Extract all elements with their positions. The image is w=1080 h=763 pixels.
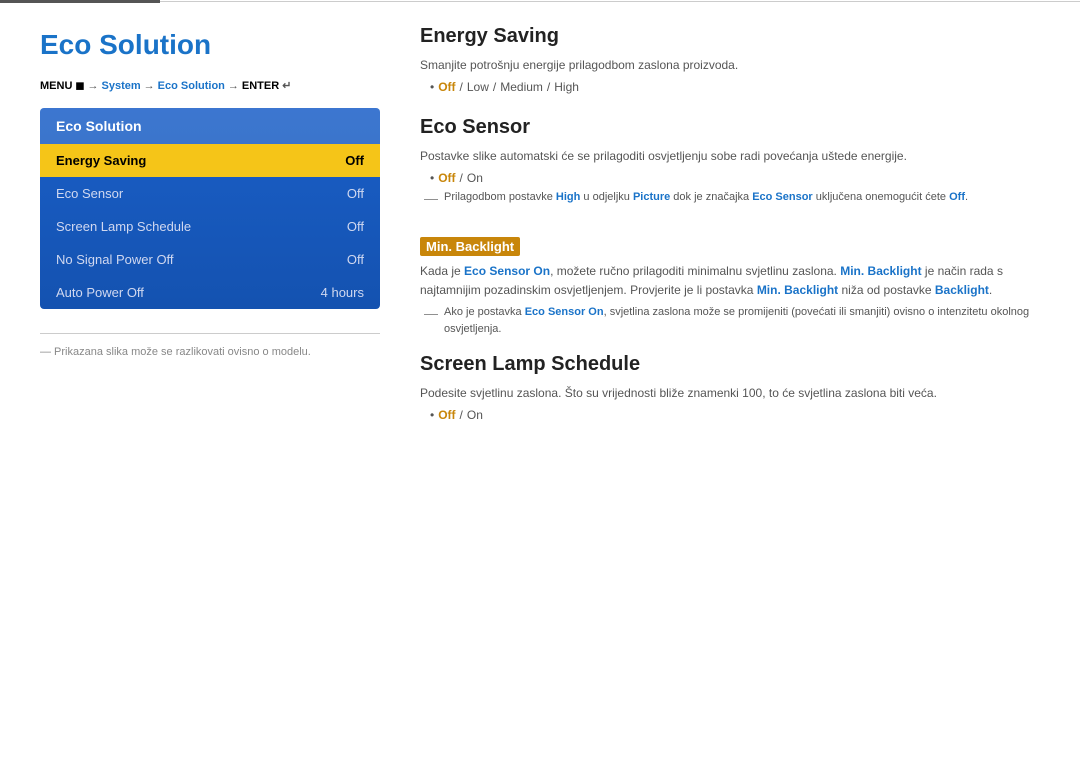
note-eco-on: Eco Sensor On (525, 306, 604, 318)
menu-path: MENU ◼ → System → Eco Solution → ENTER ↵ (40, 79, 380, 92)
min-backlight-bold: Min. Backlight (840, 264, 921, 278)
backlight-bold: Backlight (935, 283, 989, 297)
eco-sensor-options: Off / On (430, 171, 1040, 185)
main-layout: Eco Solution MENU ◼ → System → Eco Solut… (0, 13, 1080, 444)
note-picture: Picture (633, 191, 670, 203)
screen-lamp-off: Off (438, 408, 455, 422)
note-text2: Ako je postavka Eco Sensor On, svjetlina… (444, 304, 1040, 337)
eco-menu-value-screen-lamp: Off (347, 219, 364, 234)
screen-lamp-desc: Podesite svjetlinu zaslona. Što su vrije… (420, 384, 1040, 402)
screen-lamp-on: On (467, 408, 483, 422)
energy-saving-sep2: / (493, 80, 496, 94)
eco-sensor-title: Eco Sensor (420, 116, 1040, 139)
eco-sensor-option: Off / On (430, 171, 1040, 185)
arrow1: → (88, 80, 99, 92)
eco-menu-item-eco-sensor[interactable]: Eco Sensor Off (40, 177, 380, 210)
screen-lamp-sep: / (460, 408, 463, 422)
eco-menu-value-eco-sensor: Off (347, 186, 364, 201)
top-divider (0, 0, 1080, 3)
min-backlight-note: — Ako je postavka Eco Sensor On, svjetli… (424, 304, 1040, 337)
line-light (160, 1, 1080, 2)
eco-menu-label-eco-sensor: Eco Sensor (56, 186, 123, 201)
min-backlight-bold2: Min. Backlight (757, 283, 838, 297)
energy-saving-off: Off (438, 80, 455, 94)
eco-menu-value-no-signal: Off (347, 252, 364, 267)
page-title: Eco Solution (40, 29, 380, 61)
arrow3: → (228, 80, 239, 92)
energy-saving-desc: Smanjite potrošnju energije prilagodbom … (420, 56, 1040, 74)
section-energy-saving: Energy Saving Smanjite potrošnju energij… (420, 25, 1040, 94)
note-eco-sensor: Eco Sensor (752, 191, 813, 203)
left-panel: Eco Solution MENU ◼ → System → Eco Solut… (40, 13, 380, 444)
eco-menu-value-energy-saving: Off (345, 153, 364, 168)
screen-lamp-option: Off / On (430, 408, 1040, 422)
eco-sensor-on-label: Eco Sensor On (464, 264, 550, 278)
eco-menu-label-auto-power: Auto Power Off (56, 285, 144, 300)
eco-menu-value-auto-power: 4 hours (321, 285, 364, 300)
eco-box-title: Eco Solution (40, 108, 380, 144)
note-dash: — (424, 188, 438, 209)
eco-menu-item-no-signal[interactable]: No Signal Power Off Off (40, 243, 380, 276)
screen-lamp-title: Screen Lamp Schedule (420, 353, 1040, 376)
note-dash2: — (424, 303, 438, 324)
eco-menu-item-auto-power[interactable]: Auto Power Off 4 hours (40, 276, 380, 309)
eco-sensor-on: On (467, 171, 483, 185)
note-off: Off (949, 191, 965, 203)
section-screen-lamp: Screen Lamp Schedule Podesite svjetlinu … (420, 353, 1040, 422)
energy-saving-title: Energy Saving (420, 25, 1040, 48)
energy-saving-medium: Medium (500, 80, 543, 94)
eco-box: Eco Solution Energy Saving Off Eco Senso… (40, 108, 380, 309)
screen-lamp-options: Off / On (430, 408, 1040, 422)
right-panel: Energy Saving Smanjite potrošnju energij… (420, 13, 1040, 444)
eco-menu-label-no-signal: No Signal Power Off (56, 252, 174, 267)
section-min-backlight: Min. Backlight Kada je Eco Sensor On, mo… (420, 231, 1040, 337)
min-backlight-label: Min. Backlight (420, 237, 520, 256)
section-eco-sensor: Eco Sensor Postavke slike automatski će … (420, 116, 1040, 209)
energy-saving-sep1: / (460, 80, 463, 94)
eco-menu-item-screen-lamp[interactable]: Screen Lamp Schedule Off (40, 210, 380, 243)
enter-icon: ↵ (282, 79, 291, 92)
menu-keyword: MENU (40, 80, 72, 92)
arrow2: → (144, 80, 155, 92)
eco-solution-link: Eco Solution (158, 80, 225, 92)
eco-menu-item-energy-saving[interactable]: Energy Saving Off (40, 144, 380, 177)
enter-label: ENTER (242, 80, 279, 92)
note-text: Prilagodbom postavke High u odjeljku Pic… (444, 189, 968, 206)
energy-saving-high: High (554, 80, 579, 94)
note-high: High (556, 191, 580, 203)
eco-sensor-sep: / (460, 171, 463, 185)
min-backlight-desc: Kada je Eco Sensor On, možete ručno pril… (420, 262, 1040, 300)
eco-sensor-note: — Prilagodbom postavke High u odjeljku P… (424, 189, 1040, 209)
energy-saving-option: Off / Low / Medium / High (430, 80, 1040, 94)
energy-saving-sep3: / (547, 80, 550, 94)
menu-icon: ◼ (75, 79, 84, 92)
energy-saving-low: Low (467, 80, 489, 94)
line-dark (0, 0, 160, 3)
left-note: — Prikazana slika može se razlikovati ov… (40, 333, 380, 358)
energy-saving-options: Off / Low / Medium / High (430, 80, 1040, 94)
eco-menu-label-energy-saving: Energy Saving (56, 153, 146, 168)
eco-menu-label-screen-lamp: Screen Lamp Schedule (56, 219, 191, 234)
eco-sensor-off: Off (438, 171, 455, 185)
system-link: System (102, 80, 141, 92)
eco-sensor-desc: Postavke slike automatski će se prilagod… (420, 147, 1040, 165)
